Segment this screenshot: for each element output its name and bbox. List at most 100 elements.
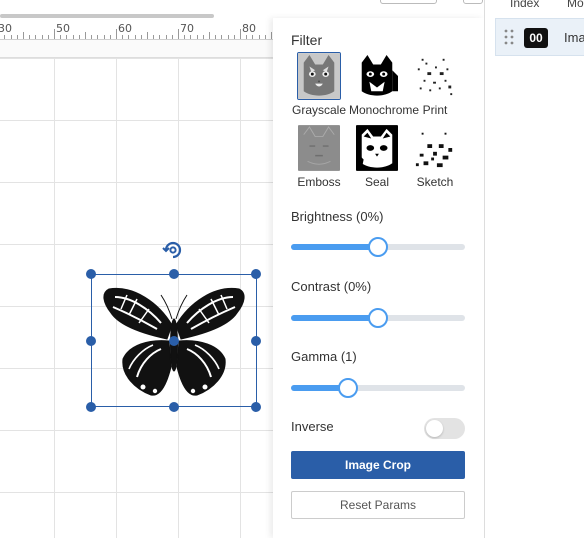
resize-handle-left[interactable] (86, 336, 96, 346)
ruler-tick (159, 35, 161, 39)
filter-emboss[interactable]: Emboss (291, 124, 347, 189)
monochrome-thumbnail (355, 52, 399, 100)
brightness-slider-knob[interactable] (368, 237, 388, 257)
filter-seal[interactable]: Seal (349, 124, 405, 189)
brightness-label: Brightness (0%) (291, 209, 384, 224)
print-thumbnail (413, 52, 457, 100)
ruler-tick (215, 35, 217, 39)
ruler-tick (165, 35, 167, 39)
ruler-tick (271, 32, 272, 39)
resize-handle-bottom[interactable] (169, 402, 179, 412)
ruler-tick (240, 29, 241, 39)
gamma-label: Gamma (1) (291, 349, 357, 364)
contrast-slider-knob[interactable] (368, 308, 388, 328)
cat-icon (414, 53, 456, 99)
filter-label: Sketch (416, 175, 454, 189)
ruler-tick (190, 35, 192, 39)
resize-handle-right[interactable] (251, 336, 261, 346)
ruler-tick (60, 35, 62, 39)
ruler-label: 70 (180, 22, 194, 35)
filter-label: Monochrome (349, 103, 420, 117)
horizontal-ruler: 30 50 60 70 80 (0, 18, 300, 40)
ruler-tick (252, 35, 254, 39)
ruler-tick (184, 35, 186, 39)
ruler-tick (54, 29, 55, 39)
ruler-tick (258, 35, 260, 39)
ruler-tick (103, 35, 105, 39)
ruler-tick (153, 35, 155, 39)
brightness-slider[interactable] (291, 237, 465, 257)
layer-index-badge: 00 (524, 28, 548, 48)
panel-top-controls (273, 0, 484, 18)
resize-handle-top-left[interactable] (86, 269, 96, 279)
brightness-slider-fill (291, 244, 378, 250)
resize-handle-top[interactable] (169, 269, 179, 279)
filter-label: Seal (364, 175, 390, 189)
ruler-label: 60 (118, 22, 132, 35)
layer-panel-header: Index Mo (485, 0, 584, 12)
filter-grayscale[interactable]: Grayscale (291, 52, 347, 117)
inverse-label: Inverse (291, 419, 334, 434)
top-control-button[interactable] (380, 0, 437, 4)
reset-params-button[interactable]: Reset Params (291, 491, 465, 519)
ruler-tick (109, 35, 111, 39)
gamma-slider-knob[interactable] (338, 378, 359, 398)
contrast-label: Contrast (0%) (291, 279, 372, 294)
emboss-thumbnail (297, 124, 341, 172)
ruler-tick (128, 35, 130, 39)
cat-icon (356, 53, 398, 99)
contrast-slider-fill (291, 315, 378, 321)
cat-icon (356, 125, 398, 171)
ruler-tick (66, 35, 68, 39)
resize-handle-top-right[interactable] (251, 269, 261, 279)
ruler-tick (246, 35, 248, 39)
ruler-tick (122, 35, 124, 39)
inverse-toggle[interactable] (424, 418, 465, 439)
sketch-thumbnail (413, 124, 457, 172)
layer-index-header: Index (510, 0, 540, 10)
ruler-tick (178, 29, 179, 39)
resize-handle-bottom-left[interactable] (86, 402, 96, 412)
ruler-tick (78, 35, 80, 39)
filter-sketch[interactable]: Sketch (407, 124, 463, 189)
ruler-tick (91, 35, 93, 39)
ruler-tick (47, 35, 49, 39)
filter-title: Filter (291, 32, 323, 48)
canvas-area[interactable]: 30 50 60 70 80 (0, 0, 300, 538)
ruler-tick (29, 35, 31, 39)
layer-row[interactable]: 00 Ima (495, 18, 584, 56)
ruler-tick (16, 35, 18, 39)
gamma-slider[interactable] (291, 378, 465, 398)
ruler-tick (85, 32, 86, 39)
drag-handle-icon[interactable] (504, 29, 514, 45)
resize-handle-bottom-right[interactable] (251, 402, 261, 412)
contrast-slider[interactable] (291, 308, 465, 328)
ruler-margin (0, 40, 300, 58)
filter-monochrome[interactable]: Monochrome (349, 52, 420, 117)
ruler-label: 30 (0, 22, 12, 35)
ruler-tick (202, 35, 204, 39)
layer-panel: Index Mo 00 Ima (484, 0, 584, 538)
rotate-icon[interactable] (161, 238, 185, 262)
ruler-tick (233, 35, 235, 39)
ruler-label: 80 (242, 22, 256, 35)
ruler-tick (147, 32, 148, 39)
ruler-tick (116, 29, 117, 39)
cat-icon (414, 125, 456, 171)
ruler-tick (196, 35, 198, 39)
ruler-tick (4, 35, 6, 39)
ruler-tick (23, 32, 24, 39)
ruler-tick (221, 35, 223, 39)
ruler-tick (209, 32, 210, 39)
ruler-tick (171, 35, 173, 39)
ruler-tick (10, 35, 12, 39)
filter-label: Grayscale (291, 103, 347, 117)
center-handle[interactable] (169, 336, 179, 346)
ruler-tick (227, 35, 229, 39)
filter-label: Emboss (297, 175, 341, 189)
cat-icon (298, 125, 340, 171)
image-crop-button[interactable]: Image Crop (291, 451, 465, 479)
filter-label: Print (422, 103, 448, 117)
filter-print[interactable]: Print (407, 52, 463, 117)
top-control-button[interactable] (463, 0, 483, 4)
